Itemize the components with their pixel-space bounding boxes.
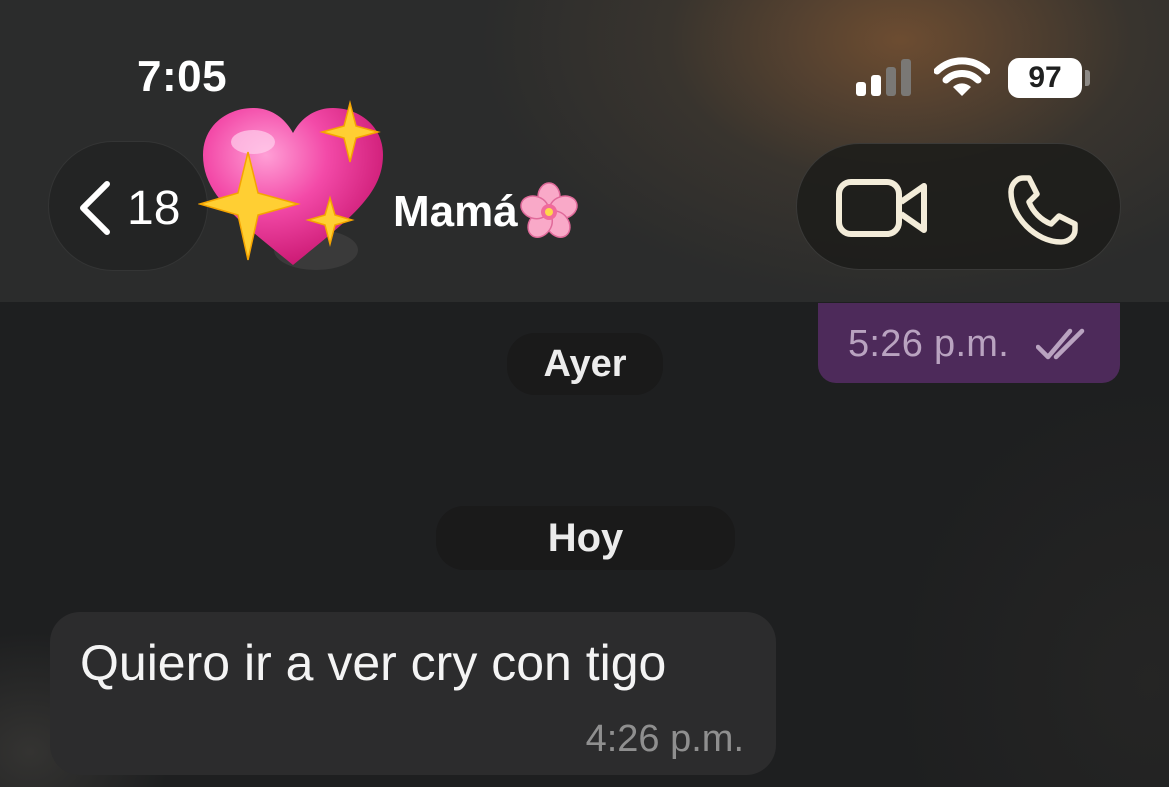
battery-level: 97 — [1028, 61, 1062, 94]
date-separator-today: Hoy — [436, 506, 735, 570]
contact-name[interactable]: Mamá — [393, 181, 580, 243]
sparkling-heart-icon[interactable] — [198, 100, 388, 275]
sent-message-time: 5:26 p.m. — [848, 323, 1010, 365]
phone-icon[interactable] — [1005, 172, 1081, 248]
signal-bars-icon — [856, 59, 911, 96]
double-check-icon — [1036, 328, 1085, 360]
battery-nub — [1085, 70, 1090, 86]
unread-count: 18 — [127, 182, 181, 235]
received-message-time: 4:26 p.m. — [585, 718, 744, 760]
back-button[interactable]: 18 — [48, 141, 208, 271]
received-message-bubble[interactable]: Quiero ir a ver cry con tigo 4:26 p.m. — [50, 612, 776, 775]
contact-name-text: Mamá — [393, 187, 518, 236]
chevron-left-icon — [80, 181, 110, 235]
cherry-blossom-icon — [519, 182, 578, 238]
status-time: 7:05 — [137, 52, 228, 101]
battery-indicator: 97 — [1008, 58, 1082, 98]
sent-message-bubble[interactable]: 5:26 p.m. — [818, 303, 1120, 383]
call-actions — [796, 143, 1121, 270]
video-camera-icon[interactable] — [835, 178, 930, 238]
date-separator-yesterday: Ayer — [507, 333, 663, 395]
received-message-text: Quiero ir a ver cry con tigo — [80, 635, 667, 691]
wifi-icon — [934, 57, 990, 96]
